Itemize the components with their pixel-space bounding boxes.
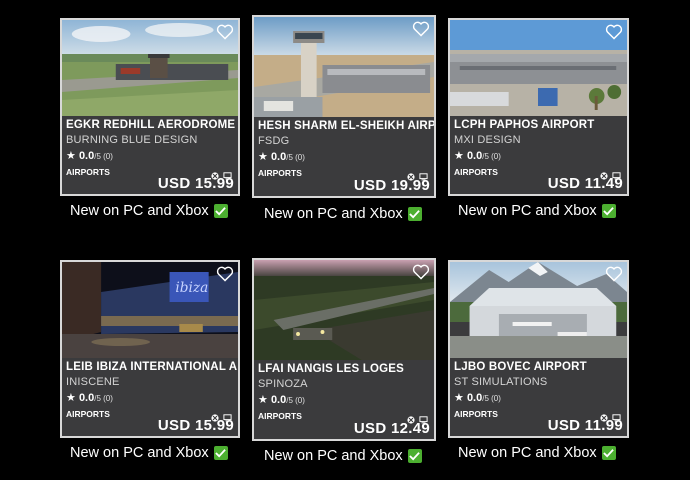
product-developer: ST SIMULATIONS [454,376,548,388]
rating-value: 0.0 [78,150,95,162]
rating-suffix: /5 (0) [482,394,501,403]
heart-icon[interactable] [412,21,430,37]
product-card-egkr[interactable]: EGKR REDHILL AERODROME BURNING BLUE DESI… [60,18,240,196]
caption-text: New on PC and Xbox [70,203,209,219]
check-icon [213,204,228,218]
product-category: AIRPORTS [258,168,302,178]
product-developer: BURNING BLUE DESIGN [66,134,198,146]
rating-suffix: /5 (0) [94,394,113,403]
rating-value: 0.0 [466,150,483,162]
product-thumbnail [450,20,627,116]
product-thumbnail [254,260,434,360]
product-price: USD 15.99 [157,417,234,434]
caption-text: New on PC and Xbox [264,206,403,222]
caption-card-4: New on PC and Xbox [70,445,228,461]
star-icon: ★ [454,392,464,404]
product-price: USD 15.99 [157,175,234,192]
product-rating: ★ 0.0/5 (0) [66,391,113,404]
rating-suffix: /5 (0) [286,396,305,405]
product-card-leib[interactable]: ibiza LEIB IBIZA INTERNATIONAL AIRPORT I… [60,260,240,438]
product-category: AIRPORTS [454,167,498,177]
svg-text:ibiza: ibiza [175,280,208,296]
caption-text: New on PC and Xbox [458,203,597,219]
product-title: LJBO BOVEC AIRPORT [454,361,587,373]
star-icon: ★ [258,151,268,163]
heart-icon[interactable] [216,266,234,282]
caption-card-3: New on PC and Xbox [458,203,616,219]
product-category: AIRPORTS [454,409,498,419]
rating-suffix: /5 (0) [94,152,113,161]
product-price: USD 12.49 [353,420,430,437]
heart-icon[interactable] [412,264,430,280]
product-card-lfai[interactable]: LFAI NANGIS LES LOGES SPINOZA ★ 0.0/5 (0… [252,258,436,441]
caption-card-1: New on PC and Xbox [70,203,228,219]
product-category: AIRPORTS [66,167,110,177]
star-icon: ★ [258,394,268,406]
star-icon: ★ [66,150,76,162]
product-thumbnail: ibiza [62,262,238,358]
product-price: USD 11.49 [547,175,623,192]
product-rating: ★ 0.0/5 (0) [258,150,305,163]
product-title: LEIB IBIZA INTERNATIONAL AIRPORT [66,361,238,373]
product-developer: FSDG [258,135,290,147]
caption-text: New on PC and Xbox [264,448,403,464]
caption-card-6: New on PC and Xbox [458,445,616,461]
product-developer: MXI DESIGN [454,134,521,146]
rating-value: 0.0 [270,151,287,163]
heart-icon[interactable] [605,24,623,40]
heart-icon[interactable] [216,24,234,40]
check-icon [407,449,422,463]
check-icon [601,204,616,218]
rating-suffix: /5 (0) [286,153,305,162]
product-title: LFAI NANGIS LES LOGES [258,363,405,375]
star-icon: ★ [66,392,76,404]
rating-value: 0.0 [270,394,287,406]
caption-card-5: New on PC and Xbox [264,448,422,464]
caption-text: New on PC and Xbox [70,445,209,461]
product-developer: INISCENE [66,376,120,388]
heart-icon[interactable] [605,266,623,282]
star-icon: ★ [454,150,464,162]
rating-value: 0.0 [466,392,483,404]
rating-suffix: /5 (0) [482,152,501,161]
product-price: USD 19.99 [353,177,430,194]
caption-card-2: New on PC and Xbox [264,206,422,222]
product-thumbnail [254,17,434,117]
product-title: HESH SHARM EL-SHEIKH AIRPORT [258,120,434,132]
product-card-hesh[interactable]: HESH SHARM EL-SHEIKH AIRPORT FSDG ★ 0.0/… [252,15,436,198]
check-icon [407,207,422,221]
rating-value: 0.0 [78,392,95,404]
product-category: AIRPORTS [258,411,302,421]
product-developer: SPINOZA [258,378,308,390]
product-card-lcph[interactable]: LCPH PAPHOS AIRPORT MXI DESIGN ★ 0.0/5 (… [448,18,629,196]
product-rating: ★ 0.0/5 (0) [258,393,305,406]
product-title: EGKR REDHILL AERODROME [66,119,236,131]
check-icon [213,446,228,460]
product-card-ljbo[interactable]: LJBO BOVEC AIRPORT ST SIMULATIONS ★ 0.0/… [448,260,629,438]
product-rating: ★ 0.0/5 (0) [454,149,501,162]
caption-text: New on PC and Xbox [458,445,597,461]
product-category: AIRPORTS [66,409,110,419]
product-thumbnail [62,20,238,116]
product-rating: ★ 0.0/5 (0) [454,391,501,404]
product-rating: ★ 0.0/5 (0) [66,149,113,162]
product-thumbnail [450,262,627,358]
check-icon [601,446,616,460]
product-title: LCPH PAPHOS AIRPORT [454,119,595,131]
product-price: USD 11.99 [547,417,623,434]
